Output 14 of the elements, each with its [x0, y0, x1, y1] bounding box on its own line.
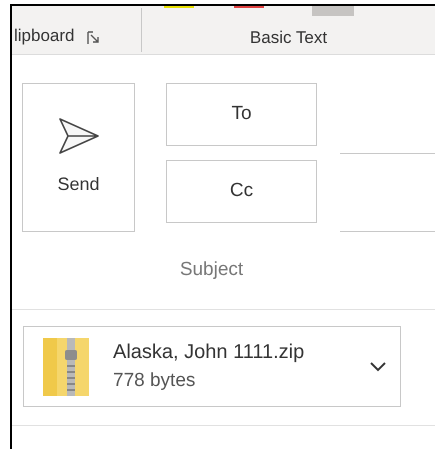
subject-label[interactable]: Subject	[180, 256, 244, 285]
to-button[interactable]: To	[166, 83, 317, 146]
send-icon	[58, 117, 100, 155]
cc-button[interactable]: Cc	[166, 160, 317, 223]
group-label: lipboard	[14, 24, 74, 46]
attachment-card[interactable]: Alaska, John 1111.zip 778 bytes	[23, 326, 401, 407]
dialog-launcher-icon[interactable]	[86, 31, 100, 45]
group-label: Basic Text	[250, 26, 328, 48]
send-button[interactable]: Send	[22, 83, 135, 232]
chevron-down-icon[interactable]	[370, 362, 386, 372]
attachment-name: Alaska, John 1111.zip	[113, 340, 306, 366]
ribbon-icon[interactable]	[312, 6, 354, 16]
attachment-size: 778 bytes	[113, 369, 196, 394]
zip-folder-icon	[43, 338, 89, 396]
